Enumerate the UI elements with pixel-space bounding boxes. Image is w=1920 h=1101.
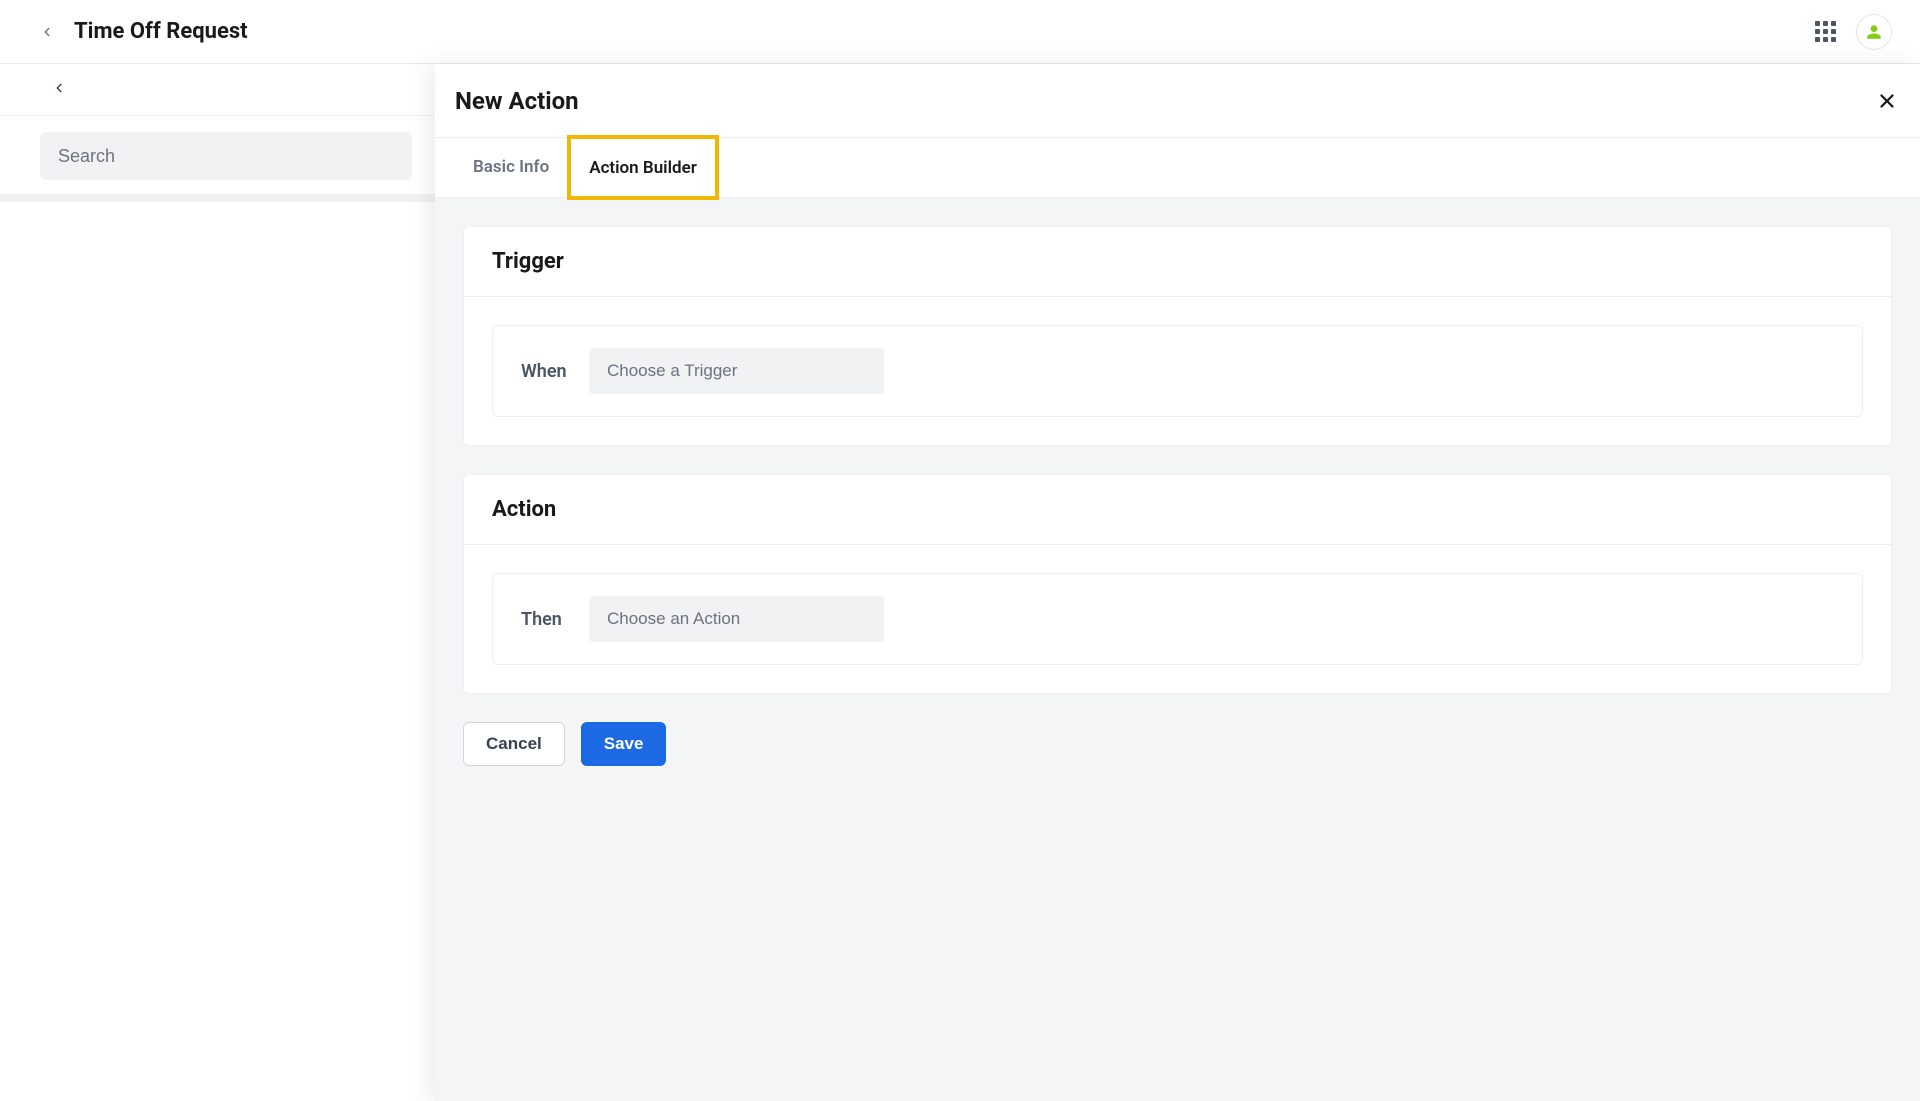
chevron-left-icon xyxy=(40,23,54,41)
when-label: When xyxy=(521,361,569,382)
close-icon xyxy=(1876,90,1898,112)
card-title: Action xyxy=(492,497,1863,522)
trigger-row: When Choose a Trigger xyxy=(492,325,1863,417)
tabs-row: Basic Info Action Builder xyxy=(435,138,1920,198)
top-header: Time Off Request xyxy=(0,0,1920,64)
footer-buttons: Cancel Save xyxy=(463,722,1892,766)
save-button[interactable]: Save xyxy=(581,722,667,766)
dropdown-placeholder: Choose a Trigger xyxy=(607,361,737,380)
close-button[interactable] xyxy=(1876,90,1898,112)
card-header: Trigger xyxy=(464,227,1891,297)
chevron-left-icon xyxy=(52,78,66,98)
then-label: Then xyxy=(521,609,569,630)
user-icon xyxy=(1865,23,1883,41)
choose-action-dropdown[interactable]: Choose an Action xyxy=(589,596,884,642)
page-title: Time Off Request xyxy=(74,19,248,44)
card-body: When Choose a Trigger xyxy=(464,297,1891,445)
sidebar-divider xyxy=(0,194,436,202)
tab-label: Basic Info xyxy=(473,157,549,177)
sidebar-panel xyxy=(0,116,436,1101)
button-label: Save xyxy=(604,734,644,754)
choose-trigger-dropdown[interactable]: Choose a Trigger xyxy=(589,348,884,394)
card-header: Action xyxy=(464,475,1891,545)
cancel-button[interactable]: Cancel xyxy=(463,722,565,766)
header-left: Time Off Request xyxy=(40,19,248,44)
slideover-panel: New Action Basic Info Action Builder Tri… xyxy=(435,64,1920,1101)
card-title: Trigger xyxy=(492,249,1863,274)
slideover-body: Trigger When Choose a Trigger Action The… xyxy=(435,198,1920,1101)
back-button[interactable] xyxy=(40,23,54,41)
tab-basic-info[interactable]: Basic Info xyxy=(455,138,567,197)
action-row: Then Choose an Action xyxy=(492,573,1863,665)
search-input[interactable] xyxy=(40,132,412,180)
header-right xyxy=(1815,14,1892,50)
tab-action-builder[interactable]: Action Builder xyxy=(567,135,719,200)
dropdown-placeholder: Choose an Action xyxy=(607,609,740,628)
breadcrumb-back-button[interactable] xyxy=(52,78,66,102)
slideover-title: New Action xyxy=(455,87,579,115)
slideover-header: New Action xyxy=(435,64,1920,138)
button-label: Cancel xyxy=(486,734,542,754)
user-avatar-button[interactable] xyxy=(1856,14,1892,50)
tab-label: Action Builder xyxy=(589,158,697,178)
trigger-card: Trigger When Choose a Trigger xyxy=(463,226,1892,446)
apps-menu-button[interactable] xyxy=(1815,21,1836,42)
card-body: Then Choose an Action xyxy=(464,545,1891,693)
action-card: Action Then Choose an Action xyxy=(463,474,1892,694)
